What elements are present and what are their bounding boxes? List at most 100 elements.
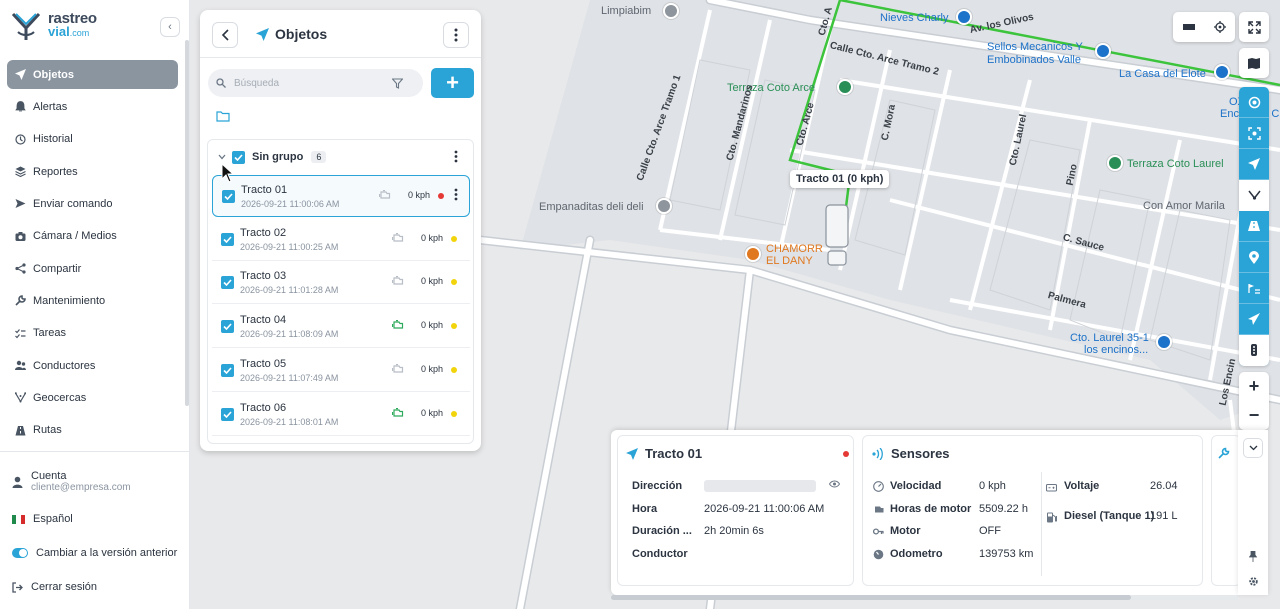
ruler-icon[interactable] [1173,24,1204,30]
sidebar-item-tareas[interactable]: Tareas [7,319,178,348]
pin-panel-button[interactable] [1243,546,1263,566]
sidebar-scrollbar[interactable] [185,40,189,406]
poi-layer-button[interactable] [1239,87,1269,118]
focus-button[interactable] [1239,118,1269,149]
poi-pin-icon[interactable] [956,9,972,25]
poi-label: Con Amor Marila [1143,200,1225,212]
brand-logo[interactable]: rastreo vial.com [10,10,97,42]
traffic-layer-button[interactable] [1239,335,1269,366]
location-pin-icon [1249,250,1259,264]
markers-layer-button[interactable] [1239,242,1269,273]
object-group: Sin grupo 6 Tracto 01 2026-09-21 11:00:06… [207,139,474,444]
account-email: cliente@empresa.com [31,482,131,493]
fuel-icon [1047,512,1057,523]
filter-icon[interactable] [392,77,403,89]
object-row[interactable]: Tracto 05 2026-09-21 11:07:49 AM 0 kph [212,350,470,392]
poi-pin-icon[interactable] [663,3,679,19]
group-checkbox[interactable] [232,150,245,164]
send-layer-button[interactable] [1239,304,1269,335]
routes-layer-button[interactable] [1239,180,1269,211]
sidebar-item-historial[interactable]: Historial [7,125,178,154]
sidebar-item-mantenimiento[interactable]: Mantenimiento [7,286,178,315]
poi-pin-icon[interactable] [1095,43,1111,59]
logout-label: Cerrar sesión [31,581,98,593]
logo-icon [11,12,41,40]
poi-pin-icon[interactable] [656,198,672,214]
sidebar-item-geocercas[interactable]: Geocercas [7,383,178,412]
expand-icon [1247,20,1261,34]
object-speed: 0 kph [420,320,443,331]
poi-pin-icon[interactable] [1107,155,1123,171]
collapse-sidebar-button[interactable]: ‹ [160,17,180,37]
target-icon [1248,96,1260,108]
sidebar-item-cámara-medios[interactable]: Cámara / Medios [7,222,178,251]
status-dot [451,410,457,417]
object-checkbox[interactable] [221,320,234,334]
object-timestamp: 2026-09-21 11:00:25 AM [240,241,339,252]
route-icon [1247,190,1261,200]
tasks-layer-button[interactable] [1239,273,1269,304]
poi-label: Cto. Laurel 35-1 [1070,332,1149,344]
account-item[interactable]: Cuenta cliente@empresa.com [12,470,131,493]
poi-pin-icon[interactable] [837,79,853,95]
fullscreen-button[interactable] [1239,12,1269,42]
poi-label: los encinos... [1084,344,1149,356]
collapse-info-button[interactable] [1243,438,1263,458]
object-info-panel: Tracto 01 Dirección Hora 2026-09-21 11:00:… [611,430,1241,595]
crosshair-icon[interactable] [1204,21,1235,33]
object-checkbox[interactable] [222,190,235,203]
zoom-out-button[interactable]: − [1249,401,1260,430]
chevron-left-icon [221,29,229,41]
legacy-version-toggle[interactable]: Cambiar a la versión anterior [12,547,177,559]
sidebar-item-label: Enviar comando [33,197,113,210]
object-checkbox[interactable] [221,232,234,246]
group-menu-button[interactable] [454,150,458,166]
sensor-label: Diesel (Tanque 1) [1064,510,1155,522]
object-menu-button[interactable] [454,188,458,204]
wrench-icon [1218,447,1230,459]
folder-button[interactable] [216,110,230,125]
poi-pin-icon[interactable] [1214,64,1230,80]
sidebar-item-rutas[interactable]: Rutas [7,416,178,445]
object-checkbox[interactable] [221,276,234,290]
sidebar-item-compartir[interactable]: Compartir [7,254,178,283]
sidebar-item-reportes[interactable]: Reportes [7,157,178,186]
object-name: Tracto 02 [240,226,287,239]
poi-pin-icon[interactable] [1156,334,1172,350]
panel-menu-button[interactable] [443,22,469,48]
back-button[interactable] [212,22,238,48]
object-row[interactable]: Tracto 03 2026-09-21 11:01:28 AM 0 kph [212,262,470,305]
object-row[interactable]: Tracto 01 2026-09-21 11:00:06 AM 0 kph [212,175,470,217]
objects-layer-button[interactable] [1239,149,1269,180]
sidebar-item-label: Reportes [33,165,78,178]
group-toggle[interactable] [218,154,226,160]
sidebar-item-objetos[interactable]: Objetos [7,60,178,89]
sidebar-item-conductores[interactable]: Conductores [7,351,178,380]
language-selector[interactable]: Español [12,513,73,525]
settings-button[interactable] [1243,571,1263,591]
group-header: Sin grupo 6 [208,140,473,174]
geofence-icon [15,392,26,404]
object-row[interactable]: Tracto 04 2026-09-21 11:08:09 AM 0 kph [212,306,470,349]
eye-icon[interactable] [829,480,840,488]
navigation-arrow-icon [626,447,638,460]
history-layer-button[interactable] [1239,211,1269,242]
map-layers-button[interactable] [1239,48,1269,78]
logout-item[interactable]: Cerrar sesión [12,581,97,593]
poi-pin-icon[interactable] [745,246,761,262]
logout-icon [12,581,23,593]
object-checkbox[interactable] [221,363,234,377]
search-input[interactable] [234,77,384,89]
kebab-icon [454,28,458,42]
object-row[interactable]: Tracto 06 2026-09-21 11:08:01 AM 0 kph [212,394,470,436]
info-panel-scrollbar[interactable] [611,595,1238,600]
object-row[interactable]: Tracto 02 2026-09-21 11:00:25 AM 0 kph [212,219,470,261]
object-name: Tracto 01 [241,184,288,196]
sidebar-item-enviar-comando[interactable]: Enviar comando [7,189,178,218]
maintenance-card [1211,435,1241,586]
add-object-button[interactable]: + [431,68,474,98]
sensor-value: 26.04 [1150,480,1178,492]
sidebar-item-alertas[interactable]: Alertas [7,92,178,121]
zoom-in-button[interactable]: + [1249,372,1260,401]
object-checkbox[interactable] [221,407,234,421]
